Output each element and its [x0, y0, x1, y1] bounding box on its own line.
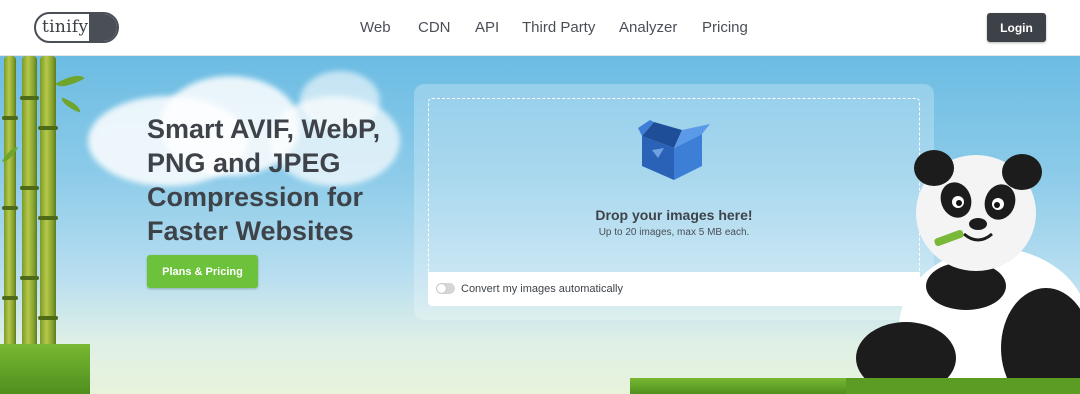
convert-label: Convert my images automatically [461, 283, 624, 295]
headline-line: PNG and JPEG [147, 148, 341, 178]
panda-mascot-icon [846, 150, 1080, 394]
headline-line: Smart AVIF, WebP, [147, 114, 381, 144]
bamboo-leaf [59, 97, 83, 113]
nav-analyzer[interactable]: Analyzer [619, 19, 677, 36]
convert-toggle[interactable] [436, 283, 455, 294]
nav-web[interactable]: Web [360, 19, 391, 36]
grass [0, 344, 90, 394]
main-nav: Web CDN API Third Party Analyzer Pricing [0, 0, 1080, 56]
headline-line: Faster Websites [147, 216, 354, 246]
login-button[interactable]: Login [987, 13, 1046, 42]
plans-pricing-button[interactable]: Plans & Pricing [147, 255, 258, 288]
nav-third-party[interactable]: Third Party [522, 19, 595, 36]
headline-line: Compression for [147, 182, 364, 212]
nav-api[interactable]: API [475, 19, 499, 36]
bamboo-leaf [55, 69, 85, 93]
hero-headline: Smart AVIF, WebP, PNG and JPEG Compressi… [147, 112, 407, 248]
nav-pricing[interactable]: Pricing [702, 19, 748, 36]
box-icon [638, 120, 710, 180]
top-header: tinify Web CDN API Third Party Analyzer … [0, 0, 1080, 56]
toggle-knob [437, 284, 446, 293]
nav-cdn[interactable]: CDN [418, 19, 451, 36]
